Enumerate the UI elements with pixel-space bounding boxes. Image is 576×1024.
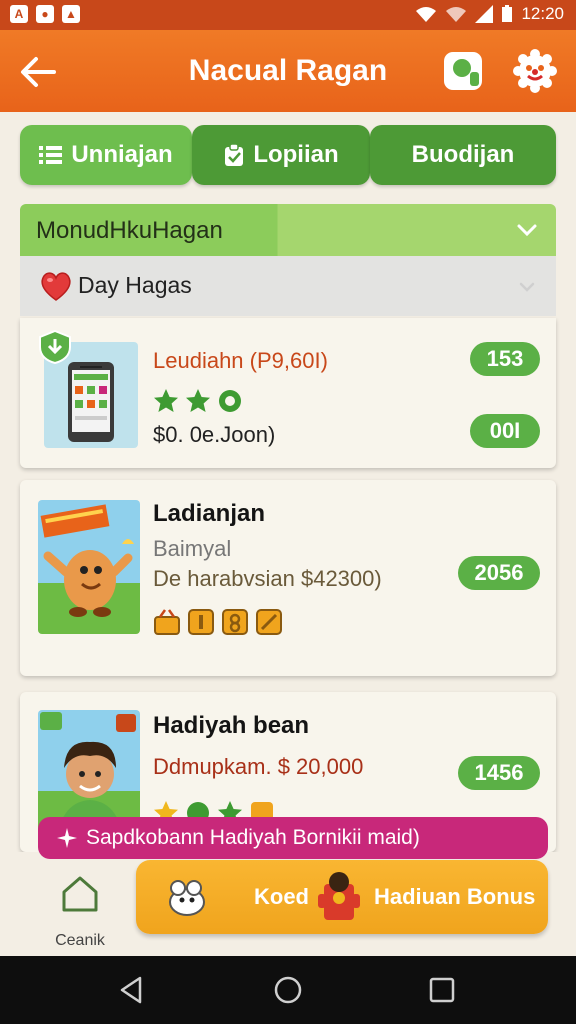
banner-text: Sapdkobann Hadiyah Bornikii maid) (86, 826, 420, 849)
rating-row (153, 388, 243, 414)
wifi-icon (416, 7, 437, 22)
bonus-label: Hadiuan Bonus (374, 884, 536, 909)
mouse-icon (169, 880, 205, 916)
list-item[interactable]: Ladianjan Baimyal De harabvsian $42300) … (20, 480, 556, 676)
page-title: Nacual Ragan (188, 54, 388, 87)
circle-badge-icon (219, 390, 241, 412)
nav-recents-icon[interactable] (426, 974, 458, 1006)
item-title: Leudiahn (P9,60I) (153, 348, 328, 373)
count-badge[interactable]: 2056 (458, 556, 540, 590)
heart-icon (41, 272, 71, 301)
tab-buodijan[interactable]: Buodijan (370, 125, 556, 185)
app-notification-icon: ● (36, 5, 54, 23)
koed-label: Koed (254, 884, 309, 909)
subsection-header[interactable]: Day Hagas (20, 256, 556, 316)
tab-unniajan[interactable]: Unniajan (20, 125, 192, 185)
app-header: Nacual Ragan (0, 30, 576, 112)
status-bar: A ● ▲ 12:20 (0, 0, 576, 30)
item-price: $0. 0e.Joon) (153, 422, 276, 447)
token-icon (188, 609, 214, 635)
basket-icon (154, 609, 180, 635)
system-nav-bar (0, 956, 576, 1024)
nav-home-icon[interactable] (272, 974, 304, 1006)
back-arrow-icon[interactable] (16, 50, 60, 94)
tab-label: Lopiian (253, 141, 339, 168)
gear-icon[interactable] (512, 48, 558, 94)
bottom-action-area: Ceanik Koed Hadiuan Bonus (0, 852, 576, 956)
shield-download-icon (39, 330, 71, 364)
star-icon (154, 389, 178, 412)
status-icons: 12:20 (415, 4, 564, 24)
clipboard-icon (225, 143, 244, 166)
subsection-title: Day Hagas (78, 272, 192, 298)
tab-bar: Unniajan Lopiian Buodijan (20, 125, 556, 185)
section-header[interactable]: MonudHkuHagan (20, 204, 556, 256)
list-item[interactable]: Leudiahn (P9,60I) $0. 0e.Joon) 153 00I (20, 318, 556, 468)
status-time: 12:20 (521, 4, 564, 23)
star-icon (186, 389, 210, 412)
token-icon (222, 609, 248, 635)
count-badge[interactable]: 153 (470, 342, 540, 376)
notification-icons: A ● ▲ (10, 5, 80, 23)
home-button[interactable]: Ceanik (40, 870, 120, 950)
wifi-icon (446, 7, 467, 22)
gift-badge-icon[interactable] (440, 48, 486, 94)
ruler-icon (256, 609, 282, 635)
signal-icon (475, 5, 494, 23)
promo-banner[interactable]: Sapdkobann Hadiyah Bornikii maid) (38, 817, 548, 859)
section-title: MonudHkuHagan (36, 217, 223, 244)
red-envelope-icon (318, 872, 360, 920)
tab-label: Unniajan (71, 141, 173, 168)
item-description: Ddmupkam. $ 20,000 (153, 754, 364, 779)
tab-lopiian[interactable]: Lopiian (192, 125, 370, 185)
battery-icon (502, 5, 513, 22)
sparkle-icon (57, 828, 77, 848)
chevron-down-icon[interactable] (516, 219, 538, 241)
chevron-down-icon[interactable] (516, 276, 538, 298)
item-subtitle: Baimyal (153, 536, 232, 561)
tab-label: Buodijan (411, 141, 515, 168)
item-title: Hadiyah bean (153, 712, 310, 739)
bonus-button[interactable]: Koed Hadiuan Bonus (136, 860, 548, 934)
app-notification-icon: ▲ (62, 5, 80, 23)
mascot-image (38, 500, 140, 634)
list-icon (39, 146, 63, 164)
count-badge[interactable]: 00I (470, 414, 540, 448)
item-title: Ladianjan (153, 500, 266, 527)
count-badge[interactable]: 1456 (458, 756, 540, 790)
item-description: De harabvsian $42300) (153, 566, 382, 591)
app-notification-icon: A (10, 5, 28, 23)
nav-back-icon[interactable] (116, 974, 148, 1006)
badge-row (153, 608, 283, 636)
home-label: Ceanik (55, 932, 105, 949)
home-icon (62, 876, 98, 912)
